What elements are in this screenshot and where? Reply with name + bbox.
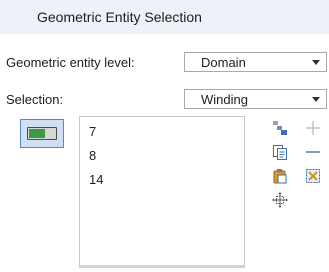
section-title: Geometric Entity Selection [37, 9, 202, 25]
chevron-down-icon [312, 97, 320, 102]
entity-level-label: Geometric entity level: [6, 55, 135, 70]
geometric-entity-selection-panel: Geometric Entity Selection Geometric ent… [0, 0, 329, 272]
list-item[interactable]: 14 [89, 172, 103, 187]
active-selection-toggle-icon [27, 127, 57, 140]
selection-label: Selection: [6, 92, 64, 107]
paste-selection-icon[interactable] [272, 144, 288, 160]
remove-icon[interactable] [305, 144, 321, 160]
selection-value: Winding [201, 92, 248, 107]
chevron-down-icon [312, 60, 320, 65]
selection-listbox[interactable]: 7 8 14 [79, 116, 245, 268]
select-by-color-icon[interactable] [272, 120, 288, 136]
entity-level-value: Domain [201, 55, 246, 70]
selection-select[interactable]: Winding [184, 89, 327, 109]
clipboard-icon[interactable] [272, 168, 288, 184]
zoom-to-selection-icon[interactable] [272, 192, 288, 208]
active-selection-toggle-button[interactable] [20, 119, 64, 148]
section-header[interactable]: Geometric Entity Selection [0, 0, 329, 34]
add-icon[interactable] [305, 120, 321, 136]
list-item[interactable]: 7 [89, 124, 96, 139]
clear-selection-icon[interactable] [305, 168, 321, 184]
list-item[interactable]: 8 [89, 148, 96, 163]
toggle-fill [29, 129, 45, 138]
entity-level-select[interactable]: Domain [184, 52, 327, 72]
